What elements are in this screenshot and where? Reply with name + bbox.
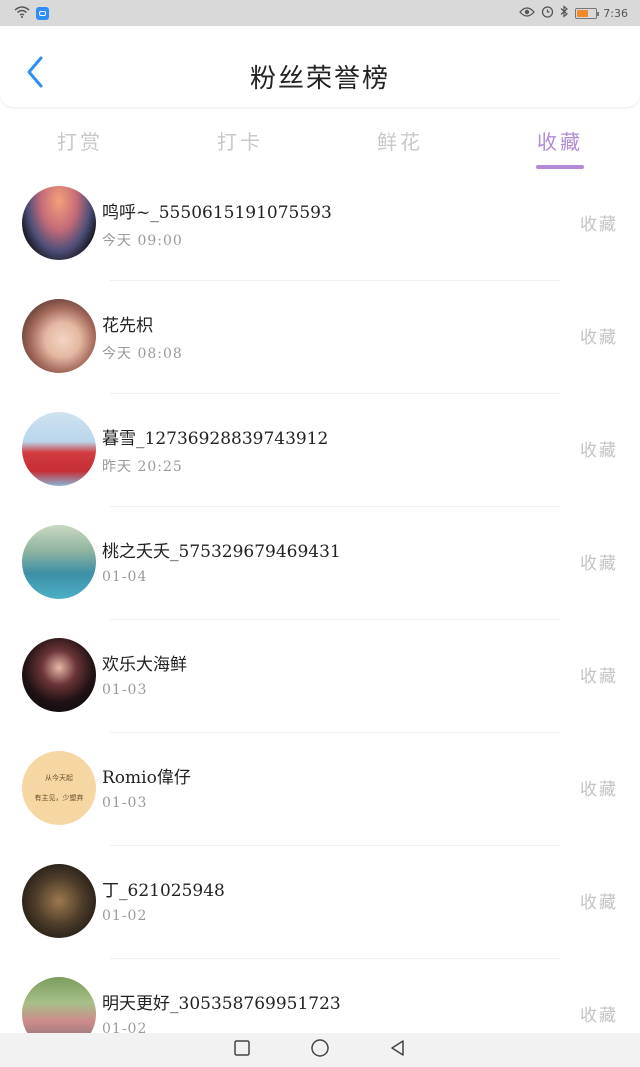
favorite-label[interactable]: 收藏 bbox=[580, 888, 618, 913]
avatar[interactable] bbox=[22, 977, 96, 1033]
timestamp: 01-03 bbox=[102, 795, 148, 811]
nav-back-button[interactable] bbox=[387, 1039, 409, 1061]
tab-underline bbox=[216, 165, 264, 169]
favorite-label[interactable]: 收藏 bbox=[580, 549, 618, 574]
recents-icon bbox=[233, 1039, 251, 1061]
timestamp: 昨天 20:25 bbox=[102, 459, 183, 475]
favorite-label[interactable]: 收藏 bbox=[580, 1001, 618, 1026]
bluetooth-icon bbox=[560, 5, 569, 21]
home-button[interactable] bbox=[309, 1039, 331, 1061]
app-badge-icon bbox=[36, 6, 49, 20]
favorite-label[interactable]: 收藏 bbox=[580, 323, 618, 348]
list-item[interactable]: 桃之夭夭_575329679469431 01-04 收藏 bbox=[0, 507, 640, 620]
tab-underline bbox=[536, 165, 584, 169]
list-item[interactable]: 鸣呼~_5550615191075593 今天 09:00 收藏 bbox=[0, 183, 640, 281]
battery-icon bbox=[575, 7, 600, 19]
favorite-label[interactable]: 收藏 bbox=[580, 210, 618, 235]
header: 粉丝荣誉榜 bbox=[0, 26, 640, 108]
eye-icon bbox=[519, 6, 536, 20]
avatar-image bbox=[22, 525, 96, 599]
timestamp: 01-02 bbox=[102, 1021, 148, 1033]
avatar[interactable] bbox=[22, 864, 96, 938]
tab-label: 打赏 bbox=[57, 130, 103, 154]
avatar[interactable] bbox=[22, 525, 96, 599]
avatar-image bbox=[22, 638, 96, 712]
user-name: 花先枳 bbox=[102, 316, 153, 336]
favorite-label[interactable]: 收藏 bbox=[580, 775, 618, 800]
user-name: Romio偉仔 bbox=[102, 768, 191, 788]
status-time: 7:36 bbox=[603, 6, 628, 20]
user-name: 暮雪_12736928839743912 bbox=[102, 429, 329, 449]
alarm-icon bbox=[541, 5, 554, 21]
tab-label: 打卡 bbox=[217, 130, 263, 154]
timestamp: 01-02 bbox=[102, 908, 148, 924]
avatar[interactable] bbox=[22, 638, 96, 712]
avatar[interactable] bbox=[22, 299, 96, 373]
user-name: 欢乐大海鲜 bbox=[102, 655, 187, 675]
tab-underline bbox=[376, 165, 424, 169]
avatar-text: 从今天起 bbox=[45, 774, 73, 782]
avatar-image bbox=[22, 299, 96, 373]
user-name: 桃之夭夭_575329679469431 bbox=[102, 542, 341, 562]
tab-bar: 打赏 打卡 鲜花 收藏 bbox=[0, 112, 640, 170]
timestamp: 今天 08:08 bbox=[102, 346, 183, 362]
list-item[interactable]: 欢乐大海鲜 01-03 收藏 bbox=[0, 620, 640, 733]
wifi-icon bbox=[14, 5, 30, 21]
user-name: 丁_621025948 bbox=[102, 881, 225, 901]
avatar-image bbox=[22, 864, 96, 938]
tab-2[interactable]: 鲜花 bbox=[320, 112, 480, 170]
home-icon bbox=[310, 1038, 330, 1062]
tab-3[interactable]: 收藏 bbox=[480, 112, 640, 170]
list-item[interactable]: 花先枳今天 08:08 收藏 bbox=[0, 281, 640, 394]
page-title: 粉丝荣誉榜 bbox=[249, 64, 390, 94]
avatar-image bbox=[22, 412, 96, 486]
user-name: 鸣呼~_5550615191075593 bbox=[102, 203, 332, 223]
avatar-image: 从今天起有主见，少塑弃 bbox=[22, 751, 96, 825]
timestamp: 今天 09:00 bbox=[102, 233, 183, 249]
system-nav-bar bbox=[0, 1033, 640, 1067]
avatar-text: 有主见，少塑弃 bbox=[34, 794, 84, 802]
fan-list: 鸣呼~_5550615191075593 今天 09:00 收藏 花先枳 今天 08:0… bbox=[0, 183, 640, 1033]
tab-underline bbox=[56, 165, 104, 169]
tab-0[interactable]: 打赏 bbox=[0, 112, 160, 170]
favorite-label[interactable]: 收藏 bbox=[580, 662, 618, 687]
recents-button[interactable] bbox=[231, 1039, 253, 1061]
list-item[interactable]: 丁_621025948 01-02 收藏 bbox=[0, 846, 640, 959]
avatar[interactable] bbox=[22, 412, 96, 486]
list-item[interactable]: 明天更好_305358769951723 01-02 收藏 bbox=[0, 959, 640, 1033]
avatar-image bbox=[22, 977, 96, 1033]
timestamp: 01-03 bbox=[102, 682, 148, 698]
user-name: 明天更好_305358769951723 bbox=[102, 994, 341, 1014]
tab-1[interactable]: 打卡 bbox=[160, 112, 320, 170]
tab-label: 鲜花 bbox=[377, 130, 423, 154]
status-bar: 7:36 bbox=[0, 0, 640, 26]
avatar[interactable] bbox=[22, 186, 96, 260]
timestamp: 01-04 bbox=[102, 569, 148, 585]
avatar-image bbox=[22, 186, 96, 260]
list-item[interactable]: 暮雪_12736928839743912 昨天 20:25 收藏 bbox=[0, 394, 640, 507]
tab-label: 收藏 bbox=[537, 130, 583, 154]
list-item[interactable]: 从今天起有主见，少塑弃 Romio偉仔 01-03 收藏 bbox=[0, 733, 640, 846]
favorite-label[interactable]: 收藏 bbox=[580, 436, 618, 461]
avatar[interactable]: 从今天起有主见，少塑弃 bbox=[22, 751, 96, 825]
back-icon bbox=[389, 1039, 407, 1061]
